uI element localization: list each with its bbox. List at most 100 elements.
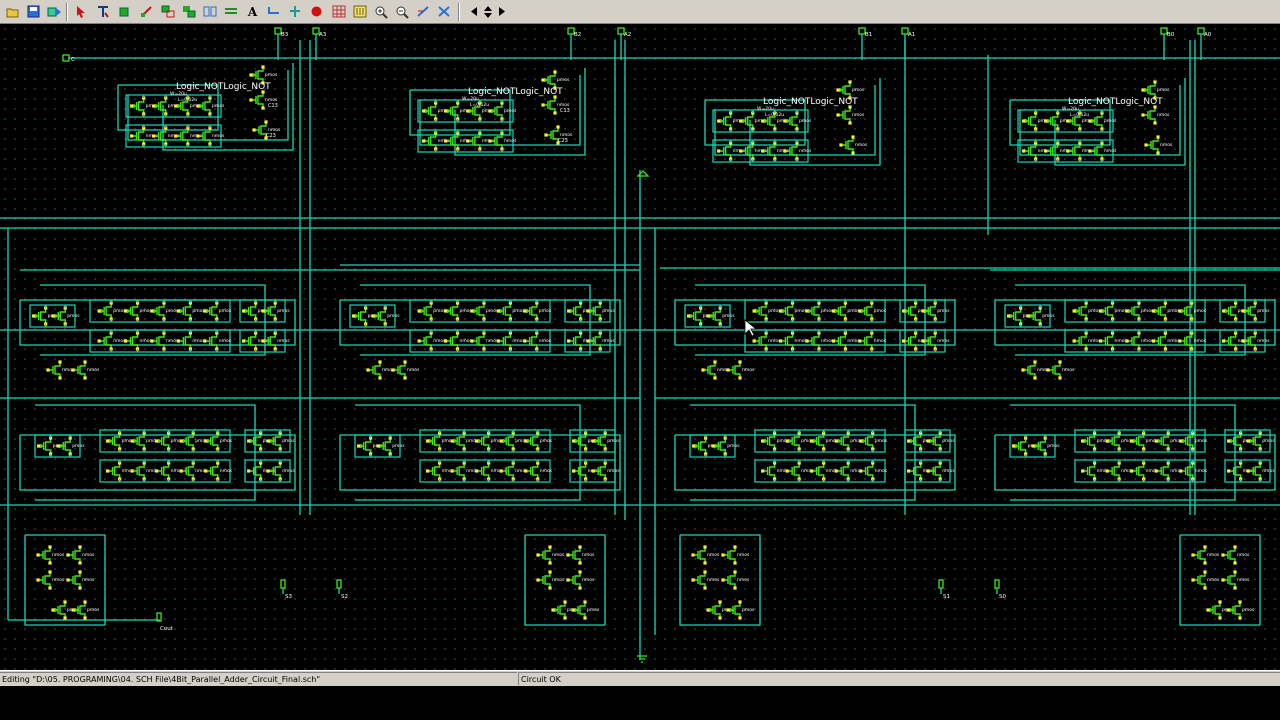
svg-text:pmos: pmos xyxy=(942,439,955,444)
nmos-transistor: nmos xyxy=(150,331,179,351)
move-icon[interactable] xyxy=(159,3,176,20)
node-dot xyxy=(907,439,911,443)
size-label: W=20u xyxy=(462,96,479,102)
input-pin: A0 xyxy=(1197,27,1212,60)
pmos-network: pmospmos xyxy=(29,304,80,328)
cap-label: C13 xyxy=(268,103,278,109)
node-dot xyxy=(1221,578,1225,582)
node-dot xyxy=(523,309,527,313)
delete-icon[interactable] xyxy=(308,3,325,20)
node-dot xyxy=(176,309,180,313)
pmos-transistor: pmos xyxy=(417,301,446,321)
svg-text:pmos: pmos xyxy=(265,73,278,78)
save-icon[interactable] xyxy=(25,3,42,20)
zoom-out-icon[interactable] xyxy=(393,3,410,20)
node-dot xyxy=(1058,376,1062,380)
node-dot xyxy=(524,439,528,443)
open-file-icon[interactable] xyxy=(4,3,21,20)
node-dot xyxy=(578,570,582,574)
pmos-network: pmospmos xyxy=(244,429,295,453)
node-dot xyxy=(470,339,474,343)
bus-layout-icon[interactable] xyxy=(351,3,368,20)
nmos-transistor: nmos xyxy=(701,360,730,380)
input-pin-label: A2 xyxy=(624,32,631,38)
node-dot xyxy=(357,444,361,448)
nmos-transistor: nmos xyxy=(46,360,75,380)
node-dot xyxy=(524,469,528,473)
toolbar-separator xyxy=(458,3,460,21)
connect-icon[interactable] xyxy=(138,3,155,20)
pmos-transistor: pmos xyxy=(805,301,834,321)
node-dot xyxy=(583,616,587,620)
node-dot xyxy=(152,134,156,138)
node-dot xyxy=(1203,545,1207,549)
measure-icon[interactable] xyxy=(414,3,431,20)
nmos-transistor: nmos xyxy=(204,461,233,481)
node-dot xyxy=(1153,80,1157,84)
node-dot xyxy=(150,339,154,343)
node-dot xyxy=(836,113,840,117)
nmos-network: nmos nmos nmos nmos nmos xyxy=(754,459,888,483)
nmos-transistor: nmos xyxy=(123,331,153,351)
node-dot xyxy=(58,376,62,380)
add-text-icon[interactable]: A xyxy=(244,3,261,20)
zoom-in-icon[interactable] xyxy=(372,3,389,20)
cap-label: C13 xyxy=(560,108,570,114)
nmos-transistor: nmos xyxy=(475,461,504,481)
arrow-right-icon[interactable] xyxy=(493,3,510,20)
node-dot xyxy=(46,368,50,372)
carry-in-pin: C xyxy=(62,54,75,63)
node-dot xyxy=(123,339,128,343)
select-pointer-icon[interactable] xyxy=(72,3,89,20)
node-dot xyxy=(1022,149,1026,153)
node-dot xyxy=(738,376,742,380)
copy-icon[interactable] xyxy=(180,3,197,20)
node-dot xyxy=(571,608,575,612)
node-dot xyxy=(261,106,265,110)
node-dot xyxy=(417,309,421,313)
svg-text:pmos: pmos xyxy=(1047,444,1060,449)
node-dot xyxy=(851,151,855,155)
add-symbol-icon[interactable] xyxy=(116,3,133,20)
node-dot xyxy=(706,608,710,612)
wire-icon[interactable] xyxy=(265,3,282,20)
node-dot xyxy=(523,339,527,343)
svg-text:pmos: pmos xyxy=(1257,309,1270,314)
svg-text:nmos: nmos xyxy=(82,578,95,583)
schematic-drawing[interactable]: pmos pmos pmos pmosnmos nmos nmos nmospmosnmos… xyxy=(0,24,1280,670)
full-adder-stage: pmospmospmospmospmospmospmosnmosnmosnmos… xyxy=(19,284,296,501)
pin-icon[interactable] xyxy=(286,3,303,20)
pmos-network: pmospmos xyxy=(34,434,85,458)
pmos-transistor: pmos xyxy=(921,301,950,321)
schematic-canvas[interactable]: pmos pmos pmos pmos nmos nmos nmos nmos pmos nmos… xyxy=(0,24,1280,670)
svg-text:nmos: nmos xyxy=(504,139,517,144)
simulate-icon[interactable] xyxy=(46,3,63,20)
svg-text:pmos: pmos xyxy=(852,88,865,93)
node-dot xyxy=(726,368,730,372)
pmos-transistor: pmos xyxy=(97,301,126,321)
node-dot xyxy=(1227,439,1231,443)
carry-out-pin: Cout xyxy=(156,612,174,632)
nmos-transistor: nmos xyxy=(523,331,552,351)
text-cursor-icon[interactable] xyxy=(94,3,111,20)
pmos-transistor: pmos xyxy=(1072,301,1101,321)
node-dot xyxy=(902,339,906,343)
svg-text:nmos: nmos xyxy=(1194,339,1207,344)
node-dot xyxy=(567,309,571,313)
svg-text:nmos: nmos xyxy=(1207,578,1220,583)
node-dot xyxy=(450,439,454,443)
node-dot xyxy=(778,339,783,343)
svg-text:nmos: nmos xyxy=(875,469,888,474)
nmos-transistor: nmos xyxy=(450,461,479,481)
svg-text:nmos: nmos xyxy=(1257,339,1270,344)
node-dot xyxy=(586,309,590,313)
bus-icon[interactable] xyxy=(222,3,239,20)
size-label: L=0.12u xyxy=(178,97,197,103)
mirror-icon[interactable] xyxy=(201,3,218,20)
node-dot xyxy=(1072,339,1076,343)
pmos-transistor: pmos xyxy=(1226,600,1255,620)
nmos-transistor: nmos xyxy=(566,570,595,590)
input-pin: B0 xyxy=(1160,27,1175,60)
component-icon[interactable] xyxy=(435,3,452,20)
grid-icon[interactable] xyxy=(330,3,347,20)
